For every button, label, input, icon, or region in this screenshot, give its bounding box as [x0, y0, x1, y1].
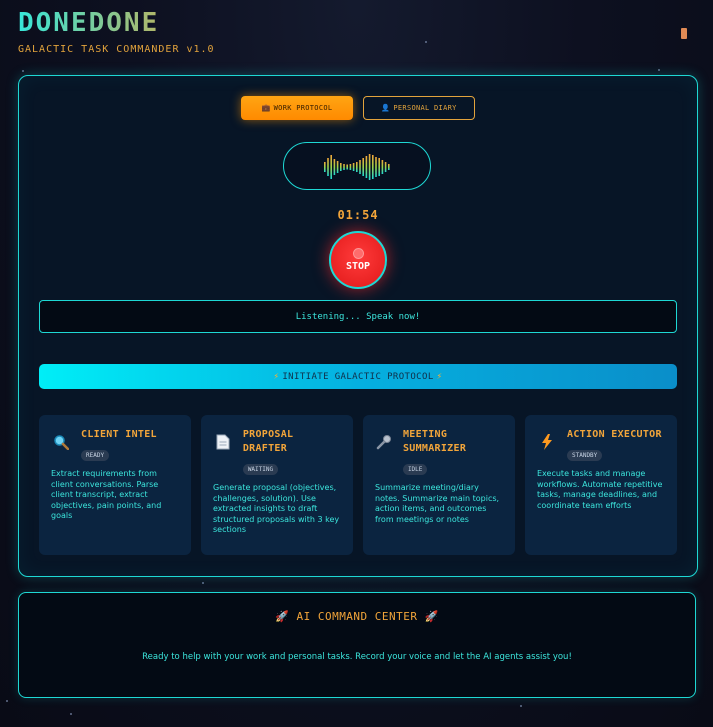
wave-bar	[359, 160, 361, 174]
app-title: DONEDONE	[18, 8, 215, 38]
star	[6, 700, 8, 702]
star	[658, 69, 660, 71]
agent-card-meeting-summarizer[interactable]: MEETING SUMMARIZER IDLE Summarize meetin…	[363, 415, 515, 555]
wave-bar	[336, 161, 339, 173]
brand: DONEDONE GALACTIC TASK COMMANDER v1.0	[18, 8, 215, 55]
tab-label: PERSONAL DIARY	[393, 104, 457, 112]
star	[520, 705, 522, 707]
star	[425, 41, 427, 43]
waveform-visual	[324, 154, 390, 180]
wave-bar	[365, 156, 368, 178]
star	[202, 582, 204, 584]
status-badge: WAITING	[242, 464, 279, 475]
status-badge: STANDBY	[567, 450, 603, 461]
rocket-icon: 🚀	[275, 610, 290, 623]
command-center-message: Ready to help with your work and persona…	[142, 652, 572, 662]
agent-card-proposal-drafter[interactable]: PROPOSAL DRAFTER WAITING Generate propos…	[201, 415, 353, 555]
wave-bar	[378, 158, 380, 176]
agent-description: Execute tasks and manage workflows. Auto…	[537, 469, 663, 510]
wave-bar	[375, 157, 377, 177]
wave-bar	[340, 163, 342, 171]
briefcase-icon: 💼	[261, 104, 271, 112]
magnifier-icon	[51, 432, 71, 452]
agent-title: PROPOSAL DRAFTER	[242, 429, 294, 454]
wave-bar	[324, 162, 326, 172]
wave-bar	[333, 159, 336, 175]
star	[70, 713, 72, 715]
wave-bar	[381, 160, 384, 174]
initiate-protocol-button[interactable]: ⚡ INITIATE GALACTIC PROTOCOL ⚡	[39, 364, 677, 389]
record-icon	[352, 248, 364, 259]
rocket-icon: ⚡	[273, 371, 280, 382]
initiate-label: INITIATE GALACTIC PROTOCOL	[282, 371, 434, 382]
wave-bar	[330, 155, 332, 179]
app-subtitle: GALACTIC TASK COMMANDER v1.0	[18, 44, 215, 55]
agent-description: Extract requirements from client convers…	[51, 469, 162, 520]
wave-bar	[352, 163, 355, 171]
agent-title: CLIENT INTEL	[81, 429, 157, 440]
wave-bar	[384, 162, 387, 172]
wave-bar	[372, 155, 374, 179]
star	[22, 70, 24, 72]
document-icon	[213, 432, 233, 452]
status-badge: IDLE	[402, 464, 428, 475]
wave-bar	[362, 158, 364, 176]
agent-title: MEETING SUMMARIZER	[402, 429, 467, 454]
status-bar: Listening... Speak now!	[39, 300, 677, 333]
agent-card-client-intel[interactable]: CLIENT INTEL READY Extract requirements …	[39, 415, 191, 555]
status-text: Listening... Speak now!	[295, 311, 421, 322]
command-center-panel: 🚀 AI COMMAND CENTER 🚀 Ready to help with…	[18, 592, 696, 698]
stop-button[interactable]: STOP	[329, 231, 387, 289]
lightning-icon	[537, 432, 557, 452]
audio-waveform	[283, 142, 431, 190]
rocket-icon: ⚡	[436, 371, 443, 382]
record-timer: 01:54	[337, 208, 379, 222]
wave-bar	[368, 154, 371, 180]
agent-description: Summarize meeting/diary notes. Summarize…	[375, 483, 500, 524]
wave-bar	[349, 164, 352, 170]
rocket-icon: 🚀	[424, 610, 439, 623]
microphone-icon	[375, 432, 393, 452]
agent-card-action-executor[interactable]: ACTION EXECUTOR STANDBY Execute tasks an…	[525, 415, 677, 555]
main-panel: 💼 WORK PROTOCOL 👤 PERSONAL DIARY 01:54 S…	[18, 75, 698, 577]
tab-label: WORK PROTOCOL	[273, 104, 333, 112]
status-badge: READY	[81, 450, 110, 461]
tab-personal-diary[interactable]: 👤 PERSONAL DIARY	[363, 96, 475, 120]
stop-label: STOP	[345, 261, 371, 272]
wave-bar	[388, 164, 390, 170]
menu-icon[interactable]	[681, 28, 687, 39]
wave-bar	[327, 158, 329, 176]
agent-description: Generate proposal (objectives, challenge…	[213, 483, 340, 534]
person-icon: 👤	[381, 104, 391, 112]
tab-work-protocol[interactable]: 💼 WORK PROTOCOL	[241, 96, 353, 120]
command-center-title: AI COMMAND CENTER	[296, 610, 418, 623]
agent-title: ACTION EXECUTOR	[567, 429, 662, 440]
wave-bar	[343, 164, 345, 170]
wave-bar	[356, 162, 358, 172]
command-center-heading: 🚀 AI COMMAND CENTER 🚀	[19, 610, 695, 623]
wave-bar	[346, 164, 348, 170]
